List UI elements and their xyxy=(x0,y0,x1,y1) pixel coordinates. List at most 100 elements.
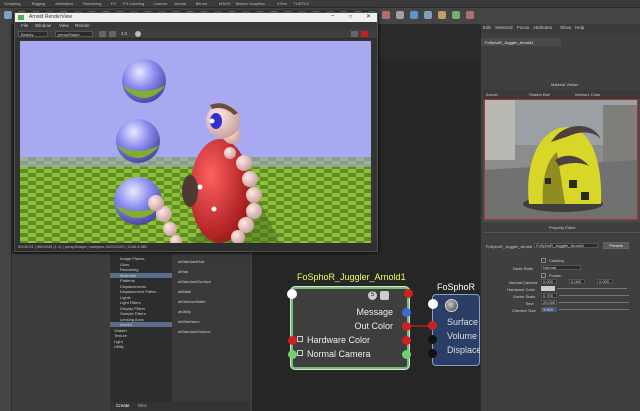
tab-node[interactable]: FoSphoR_Juggler_Arnold1 xyxy=(481,38,561,46)
out-color-port[interactable] xyxy=(402,322,411,331)
hardware-color-out-port[interactable] xyxy=(402,336,411,345)
shelf-tab[interactable]: Bifrost xyxy=(196,1,207,6)
shelf-tab[interactable]: TURTLE xyxy=(294,1,309,6)
minimize-icon[interactable]: – xyxy=(331,13,334,19)
node-state-select[interactable]: Normal xyxy=(541,265,581,270)
node-list[interactable]: aiStandardHair aiHair aiStandardSurface aiM… xyxy=(172,254,250,404)
tree-item[interactable]: Utility xyxy=(110,344,172,349)
scene-scale-field[interactable]: 0.700 xyxy=(541,293,557,298)
normal-camera-checkbox[interactable] xyxy=(297,350,303,356)
stop-render-icon[interactable] xyxy=(361,31,368,37)
renderer-select[interactable]: Arnold xyxy=(486,92,498,97)
shape-select[interactable]: Shader Ball xyxy=(529,92,550,97)
checker-size-field[interactable]: 3.500 xyxy=(541,307,557,312)
shading-group-node[interactable]: FoSphoR Surface Volume Displace xyxy=(428,282,482,366)
tree-item[interactable]: Lights xyxy=(110,295,172,300)
shelf-tool-icon[interactable] xyxy=(382,11,390,19)
node-list-item[interactable]: aiHair xyxy=(178,268,248,276)
menu-window[interactable]: Window xyxy=(35,23,51,28)
shelf-tool-icon[interactable] xyxy=(438,11,446,19)
shelf-tab[interactable]: Sculpting xyxy=(4,1,20,6)
shelf-tab[interactable]: Custom xyxy=(153,1,167,6)
surface-port[interactable] xyxy=(428,321,437,330)
tree-item[interactable]: Image Planes xyxy=(110,256,172,261)
shelf-tool-icon[interactable] xyxy=(452,11,460,19)
node-input-port[interactable] xyxy=(287,289,297,299)
close-icon[interactable]: ✕ xyxy=(366,13,371,20)
node-list-item[interactable]: aiStandardVolume xyxy=(178,328,248,336)
tree-item[interactable]: Arnold xyxy=(110,322,172,327)
menu-edit[interactable]: Edit xyxy=(483,25,491,30)
menu-view[interactable]: View xyxy=(59,23,69,28)
render-view-titlebar[interactable]: Arnold RenderView – □ ✕ xyxy=(15,13,377,22)
shelf-tool-icon[interactable] xyxy=(424,11,432,19)
displace-port[interactable] xyxy=(428,349,437,358)
tab-bins[interactable]: Bins xyxy=(138,403,147,408)
arnold-render-view[interactable]: Arnold RenderView – □ ✕ File Window View… xyxy=(14,12,378,252)
presets-button[interactable]: Presets xyxy=(603,242,629,249)
tree-item[interactable]: Texture xyxy=(110,333,172,338)
node-list-item[interactable]: aiWireframe xyxy=(178,318,248,326)
hardware-color-checkbox[interactable] xyxy=(297,336,303,342)
camera-select[interactable]: perspShape xyxy=(55,31,93,37)
node2-input-port[interactable] xyxy=(428,299,438,309)
tree-item[interactable]: Patterns xyxy=(110,278,172,283)
normal-camera-x[interactable]: 0.000 xyxy=(541,279,557,284)
shelf-tab[interactable]: Animation xyxy=(55,1,73,6)
menu-attributes[interactable]: Attributes xyxy=(533,25,552,30)
checker-size-slider[interactable] xyxy=(559,309,629,310)
tree-item[interactable]: Sample Filters xyxy=(110,311,172,316)
material-viewer[interactable]: Material Viewer Arnold Shader Ball Inter… xyxy=(483,82,640,222)
shelf-tab[interactable]: FX xyxy=(111,1,116,6)
maximize-icon[interactable]: □ xyxy=(349,14,352,20)
menu-help[interactable]: Help xyxy=(575,25,584,30)
record-icon[interactable] xyxy=(351,31,358,37)
shelf-tool-icon[interactable] xyxy=(4,11,12,19)
normal-camera-z[interactable]: 0.000 xyxy=(597,279,613,284)
normal-camera-y[interactable]: 0.000 xyxy=(569,279,585,284)
node-list-item[interactable]: aiMatte xyxy=(178,288,248,296)
shelf-tab[interactable]: Rendering xyxy=(83,1,101,6)
shelf-tab[interactable]: Arnold xyxy=(174,1,186,6)
time-field[interactable]: 20.000 xyxy=(541,300,557,305)
node-list-item[interactable]: aiStandardHair xyxy=(178,258,248,266)
node-output-port[interactable] xyxy=(404,289,413,298)
hardware-color-slider[interactable] xyxy=(557,288,627,289)
frozen-checkbox[interactable] xyxy=(541,273,546,278)
shelf-tab[interactable]: FX Caching xyxy=(123,1,144,6)
display-icon[interactable] xyxy=(135,31,141,37)
menu-show[interactable]: Show xyxy=(560,25,571,30)
menu-render[interactable]: Render xyxy=(75,23,90,28)
node-category-tree[interactable]: Image Planes Glow Rendering Materials Patter… xyxy=(110,254,172,404)
shelf-tool-icon[interactable] xyxy=(410,11,418,19)
volume-port[interactable] xyxy=(428,335,437,344)
caching-checkbox[interactable] xyxy=(541,258,546,263)
shelf-tab[interactable]: XGen xyxy=(277,1,287,6)
shader-node-juggler[interactable]: FoSphoR_Juggler_Arnold1 S Message Out Co… xyxy=(287,272,413,369)
shelf-tab[interactable]: Motion Graphics xyxy=(236,1,265,6)
tree-item[interactable]: Lensing Aovs xyxy=(110,317,172,322)
hardware-color-port[interactable] xyxy=(288,336,297,345)
shelf-tab[interactable]: MASH xyxy=(219,1,231,6)
tree-item[interactable]: Light xyxy=(110,339,172,344)
shelf-tab[interactable]: Rigging xyxy=(32,1,46,6)
normal-camera-port[interactable] xyxy=(288,350,297,359)
env-select[interactable]: Interior1 Color xyxy=(575,92,600,97)
refresh-icon[interactable] xyxy=(99,31,106,37)
node-list-item[interactable]: aiShadowMatte xyxy=(178,298,248,306)
aov-select[interactable]: Beauty xyxy=(18,31,48,37)
tree-item[interactable]: Display Filters xyxy=(110,306,172,311)
menu-selected[interactable]: Selected xyxy=(495,25,513,30)
region-icon[interactable] xyxy=(109,31,116,37)
menu-focus[interactable]: Focus xyxy=(517,25,529,30)
tree-item[interactable]: Shader xyxy=(110,328,172,333)
node-list-item[interactable]: aiUtility xyxy=(178,308,248,316)
tree-item[interactable]: Materials xyxy=(110,272,172,278)
tab-create[interactable]: Create xyxy=(116,403,130,408)
shader-s-icon[interactable]: S xyxy=(368,291,377,300)
shelf-tool-icon[interactable] xyxy=(396,11,404,19)
time-slider[interactable] xyxy=(559,302,629,303)
node-list-item[interactable]: aiStandardSurface xyxy=(178,278,248,286)
hardware-color-swatch[interactable] xyxy=(541,286,555,291)
tree-item[interactable]: Rendering xyxy=(110,267,172,272)
